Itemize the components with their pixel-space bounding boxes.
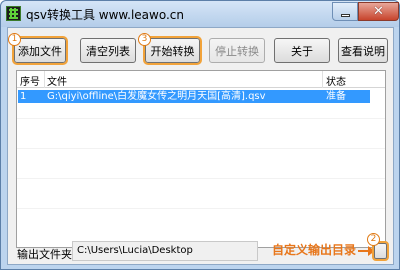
row-index: 1 [20, 91, 27, 102]
app-window: qsv转换工具 www.leawo.cn ✕ 添加文件 1 清空列表 开始转换 … [0, 0, 400, 270]
close-icon: ✕ [373, 4, 384, 19]
column-header-file[interactable]: 文件 [47, 73, 67, 88]
minimize-icon [340, 13, 350, 17]
help-button[interactable]: 查看说明 [338, 38, 388, 63]
client-area: 添加文件 1 清空列表 开始转换 3 停止转换 关于 查看说明 序号 文件 状态… [7, 27, 394, 265]
list-grid-line [17, 178, 385, 179]
start-convert-button[interactable]: 开始转换 [143, 36, 202, 65]
file-list-header: 序号 文件 状态 [17, 71, 385, 88]
column-divider[interactable] [322, 71, 323, 88]
step-2-marker: 2 [367, 233, 380, 246]
clear-list-button[interactable]: 清空列表 [80, 38, 136, 63]
window-title: qsv转换工具 www.leawo.cn [26, 8, 184, 22]
file-list[interactable]: 序号 文件 状态 1 G:\qiyi\offline\白发魔女传之明月天国[高清… [16, 70, 386, 248]
custom-output-annotation: 自定义输出目录 [272, 243, 357, 257]
minimize-button[interactable] [332, 2, 358, 21]
list-grid-line [17, 118, 385, 119]
step-1-marker: 1 [8, 33, 21, 46]
app-logo-icon [6, 6, 21, 21]
list-grid-line [17, 148, 385, 149]
stop-convert-button[interactable]: 停止转换 [209, 38, 265, 63]
about-button[interactable]: 关于 [274, 38, 330, 63]
column-divider[interactable] [44, 71, 45, 88]
add-files-button[interactable]: 添加文件 [12, 36, 68, 65]
step-3-marker: 3 [138, 33, 151, 46]
row-file-path: G:\qiyi\offline\白发魔女传之明月天国[高清].qsv [47, 91, 266, 102]
column-header-status[interactable]: 状态 [326, 73, 346, 88]
row-status: 准备 [326, 91, 346, 102]
close-button[interactable]: ✕ [358, 2, 399, 21]
list-grid-line [17, 208, 385, 209]
output-folder-field[interactable]: C:\Users\Lucia\Desktop [72, 241, 258, 261]
column-header-index[interactable]: 序号 [20, 73, 40, 88]
table-row[interactable]: 1 G:\qiyi\offline\白发魔女传之明月天国[高清].qsv 准备 [18, 90, 370, 103]
title-bar[interactable]: qsv转换工具 www.leawo.cn ✕ [1, 1, 399, 27]
